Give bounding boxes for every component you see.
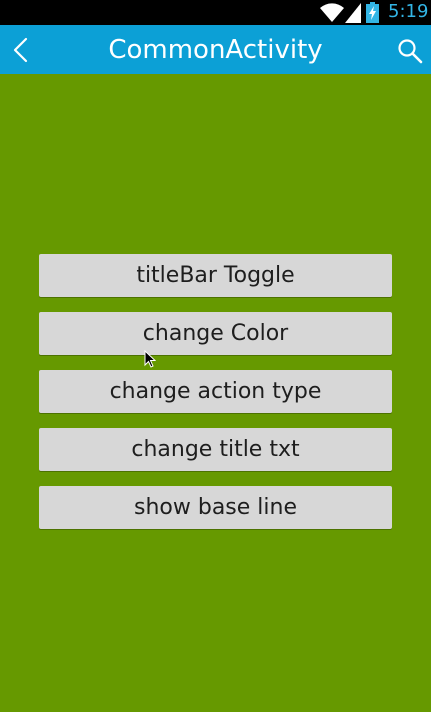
title-bar: CommonActivity [0, 25, 431, 74]
change-title-txt-button[interactable]: change title txt [39, 428, 392, 471]
status-bar: 5:19 [0, 0, 431, 25]
change-action-type-button[interactable]: change action type [39, 370, 392, 413]
titlebar-toggle-button[interactable]: titleBar Toggle [39, 254, 392, 297]
battery-charging-icon [366, 2, 379, 23]
wifi-icon [320, 3, 344, 22]
mouse-cursor-icon [144, 350, 156, 368]
page-title: CommonActivity [108, 35, 323, 65]
search-icon[interactable] [397, 38, 423, 64]
app-screen: 5:19 CommonActivity titleBar Toggle chan… [0, 0, 431, 712]
change-color-button[interactable]: change Color [39, 312, 392, 355]
signal-icon [345, 3, 361, 23]
status-time: 5:19 [388, 1, 429, 22]
show-base-line-button[interactable]: show base line [39, 486, 392, 529]
